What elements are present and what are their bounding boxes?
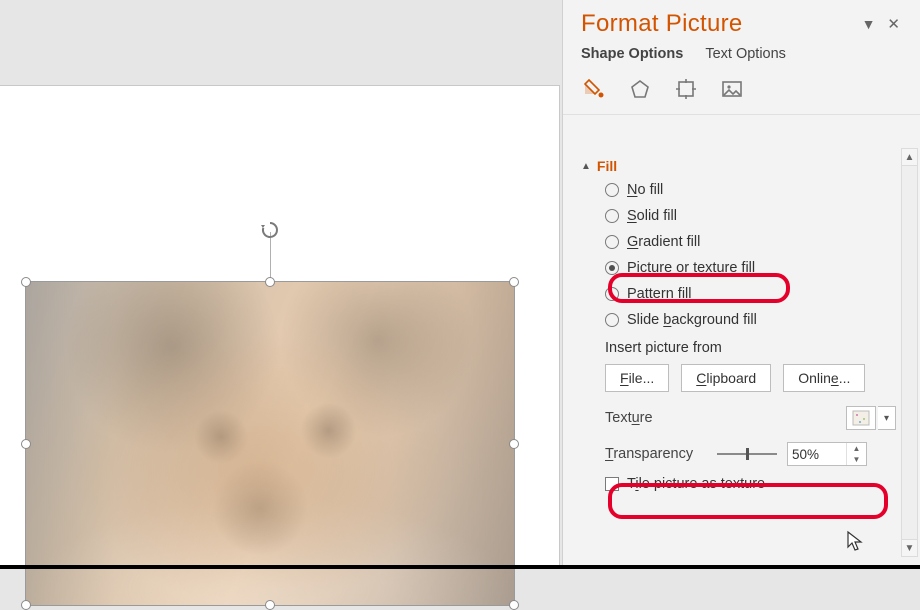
radio-label: Solid fill: [627, 208, 677, 224]
radio-label: Gradient fill: [627, 234, 700, 250]
collapse-triangle-icon: ▲: [581, 161, 591, 172]
slide-canvas: [0, 85, 560, 569]
spinner-buttons[interactable]: ▲▼: [846, 443, 866, 465]
format-picture-pane: Format Picture ▼ ✕ Shape Options Text Op…: [562, 0, 920, 569]
radio-icon: [605, 235, 619, 249]
radio-slide-background-fill[interactable]: Slide background fill: [605, 312, 896, 328]
radio-label: Slide background fill: [627, 312, 757, 328]
tile-picture-row[interactable]: Tile picture as texture: [605, 476, 896, 492]
size-properties-icon[interactable]: [673, 76, 699, 102]
texture-dropdown-button[interactable]: ▾: [878, 406, 896, 430]
pane-title: Format Picture: [581, 10, 856, 38]
radio-label: Picture or texture fill: [627, 260, 755, 276]
transparency-row: Transparency ▲▼: [605, 442, 896, 466]
radio-picture-texture-fill[interactable]: Picture or texture fill: [605, 260, 896, 276]
picture-icon[interactable]: [719, 76, 745, 102]
radio-icon: [605, 313, 619, 327]
resize-handle-mr[interactable]: [509, 439, 519, 449]
texture-picker-button[interactable]: [846, 406, 876, 430]
transparency-spinner[interactable]: ▲▼: [787, 442, 867, 466]
pane-header: Format Picture ▼ ✕: [563, 0, 920, 44]
clipboard-button[interactable]: Clipboard: [681, 364, 771, 392]
tile-checkbox[interactable]: [605, 477, 619, 491]
fill-section-header[interactable]: ▲ Fill: [581, 158, 896, 174]
radio-gradient-fill[interactable]: Gradient fill: [605, 234, 896, 250]
radio-icon: [605, 261, 619, 275]
scroll-down-button[interactable]: ▼: [902, 539, 917, 556]
resize-handle-tl[interactable]: [21, 277, 31, 287]
fill-options-list: No fill Solid fill Gradient fill Picture…: [581, 182, 896, 328]
insert-picture-buttons: File... Clipboard Online...: [605, 364, 896, 392]
texture-row: Texture ▾: [605, 406, 896, 430]
fill-section-label: Fill: [597, 158, 617, 174]
resize-handle-br[interactable]: [509, 600, 519, 610]
radio-label: No fill: [627, 182, 663, 198]
transparency-slider[interactable]: [717, 447, 777, 461]
pane-body: ▲ Fill No fill Solid fill Gradient fill …: [563, 148, 900, 561]
radio-pattern-fill[interactable]: Pattern fill: [605, 286, 896, 302]
radio-icon: [605, 287, 619, 301]
insert-picture-from-label: Insert picture from: [605, 340, 896, 356]
radio-icon: [605, 209, 619, 223]
online-button[interactable]: Online...: [783, 364, 865, 392]
fill-and-line-icon[interactable]: [581, 76, 607, 102]
scroll-up-button[interactable]: ▲: [902, 149, 917, 166]
resize-handle-tm[interactable]: [265, 277, 275, 287]
rotation-handle[interactable]: [260, 220, 280, 243]
transparency-label: Transparency: [605, 446, 707, 462]
pane-scrollbar[interactable]: ▲ ▼: [901, 148, 918, 557]
pane-tabs: Shape Options Text Options: [563, 44, 920, 72]
texture-label: Texture: [605, 410, 846, 426]
effects-icon[interactable]: [627, 76, 653, 102]
pane-close-button[interactable]: ✕: [881, 11, 906, 37]
radio-icon: [605, 183, 619, 197]
resize-handle-bm[interactable]: [265, 600, 275, 610]
tab-text-options[interactable]: Text Options: [705, 46, 786, 62]
radio-label: Pattern fill: [627, 286, 692, 302]
resize-handle-bl[interactable]: [21, 600, 31, 610]
radio-no-fill[interactable]: No fill: [605, 182, 896, 198]
resize-handle-ml[interactable]: [21, 439, 31, 449]
file-button[interactable]: File...: [605, 364, 669, 392]
radio-solid-fill[interactable]: Solid fill: [605, 208, 896, 224]
category-icon-row: [563, 72, 920, 115]
transparency-input[interactable]: [788, 443, 846, 465]
tile-label: Tile picture as texture: [627, 476, 765, 492]
tab-shape-options[interactable]: Shape Options: [581, 46, 683, 62]
resize-handle-tr[interactable]: [509, 277, 519, 287]
pane-options-dropdown[interactable]: ▼: [856, 12, 882, 36]
selected-picture-shape[interactable]: [25, 281, 515, 606]
